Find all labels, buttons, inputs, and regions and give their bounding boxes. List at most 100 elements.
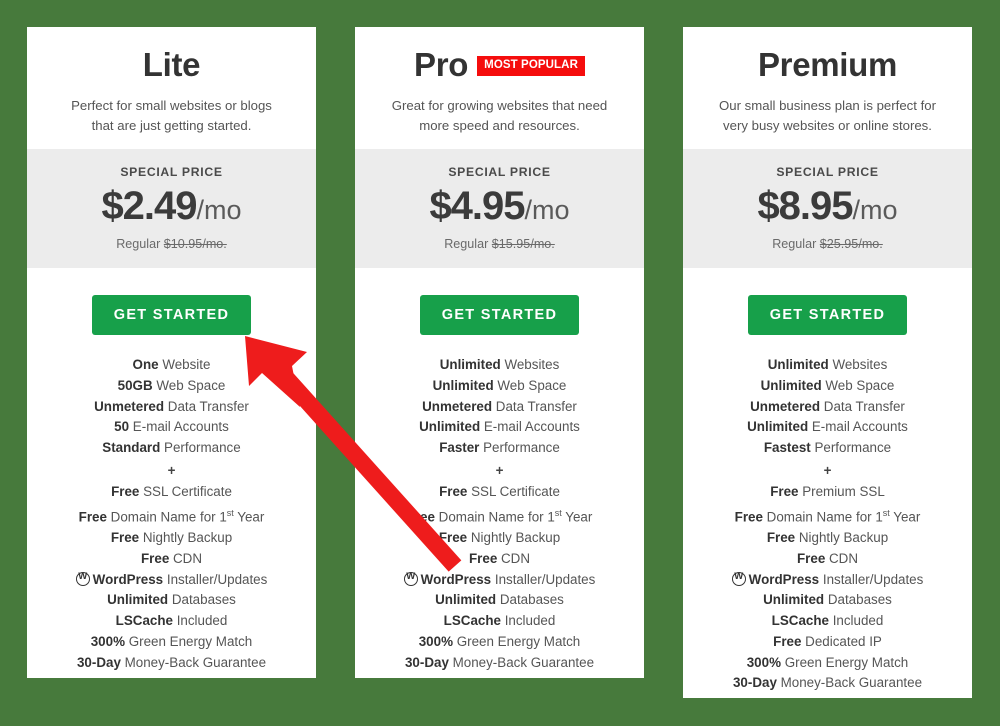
price-amount: $8.95 xyxy=(757,184,853,229)
feature-text: E-mail Accounts xyxy=(129,419,229,435)
feature-highlight: 300% xyxy=(746,654,781,670)
feature-highlight: Free xyxy=(406,509,435,525)
plan-header: Pro MOST POPULAR Great for growing website… xyxy=(355,27,644,149)
feature-text: Data Transfer xyxy=(164,398,249,414)
feature-highlight: LSCache xyxy=(771,613,829,629)
feature-item: Free Nightly Backup xyxy=(35,528,308,549)
price-period: /mo xyxy=(524,195,570,226)
special-price-label: SPECIAL PRICE xyxy=(776,165,879,180)
feature-item: 300% Green Energy Match xyxy=(35,632,308,653)
feature-item: Unlimited Websites xyxy=(363,355,636,376)
plan-description: Great for growing websites that need mor… xyxy=(391,98,608,133)
cta-wrapper: GET STARTED xyxy=(355,268,644,336)
feature-highlight: Free xyxy=(78,509,107,525)
feature-item: Unlimited Web Space xyxy=(363,376,636,397)
special-price-label: SPECIAL PRICE xyxy=(448,165,551,180)
get-started-button[interactable]: GET STARTED xyxy=(91,295,252,336)
feature-text: SSL Certificate xyxy=(139,483,232,499)
feature-item: Free Dedicated IP xyxy=(691,632,964,653)
plan-header: Premium Our small business plan is perfec… xyxy=(683,27,972,149)
feature-highlight: WordPress xyxy=(748,571,820,587)
feature-highlight: LSCache xyxy=(443,613,501,629)
feature-item: Unlimited E-mail Accounts xyxy=(691,417,964,438)
feature-text: Domain Name for 1 xyxy=(434,509,555,525)
feature-text-tail: Year xyxy=(561,509,593,525)
feature-highlight: Free xyxy=(796,550,826,566)
feature-text: Installer/Updates xyxy=(491,571,596,587)
feature-item: Standard Performance xyxy=(35,438,308,459)
feature-highlight: One xyxy=(132,357,159,373)
feature-item: Free Nightly Backup xyxy=(691,528,964,549)
feature-text: Green Energy Match xyxy=(124,633,253,649)
feature-text: Money-Back Guarantee xyxy=(120,654,267,670)
feature-highlight: Free xyxy=(140,550,170,566)
feature-highlight: Free xyxy=(770,483,799,499)
feature-text: Installer/Updates xyxy=(819,571,924,587)
feature-highlight: 30-Day xyxy=(732,675,777,691)
feature-item: Fastest Performance xyxy=(691,438,964,459)
feature-highlight: WordPress xyxy=(420,571,492,587)
feature-item: LSCache Included xyxy=(691,611,964,632)
price-row: $4.95/mo xyxy=(365,186,634,226)
feature-item: Unlimited Web Space xyxy=(691,376,964,397)
feature-highlight: Free xyxy=(766,529,796,545)
regular-price-row: Regular $10.95/mo. xyxy=(37,237,306,251)
regular-price-row: Regular $25.95/mo. xyxy=(693,237,962,251)
wordpress-icon xyxy=(731,571,746,586)
feature-ordinal-suffix: st xyxy=(882,507,890,518)
feature-highlight: 300% xyxy=(418,633,453,649)
price-row: $8.95/mo xyxy=(693,186,962,226)
feature-text: Nightly Backup xyxy=(139,529,233,545)
feature-text: E-mail Accounts xyxy=(480,419,580,435)
feature-item: Free Domain Name for 1st Year xyxy=(35,503,308,528)
cta-wrapper: GET STARTED xyxy=(27,268,316,336)
feature-highlight: Unlimited xyxy=(763,592,825,608)
feature-text: Performance xyxy=(479,440,560,456)
feature-text: Installer/Updates xyxy=(163,571,268,587)
plan-title-row: Lite xyxy=(47,41,296,87)
regular-price-value: $25.95/mo. xyxy=(819,237,883,252)
feature-item: Free Domain Name for 1st Year xyxy=(363,503,636,528)
plan-name: Lite xyxy=(142,45,201,83)
feature-text: Performance xyxy=(160,440,241,456)
feature-text: Databases xyxy=(496,592,564,608)
feature-highlight: 30-Day xyxy=(404,654,449,670)
feature-separator: + xyxy=(167,463,176,479)
feature-item: 50GB Web Space xyxy=(35,376,308,397)
regular-price-value: $10.95/mo. xyxy=(163,237,227,252)
regular-price-value: $15.95/mo. xyxy=(491,237,555,252)
feature-text: Website xyxy=(158,357,211,373)
feature-item: Free CDN xyxy=(691,549,964,570)
plan-description: Perfect for small websites or blogs that… xyxy=(71,98,272,133)
feature-text: Included xyxy=(828,613,884,629)
feature-item: LSCache Included xyxy=(363,611,636,632)
price-period: /mo xyxy=(196,195,242,226)
feature-item: WordPress Installer/Updates xyxy=(35,570,308,591)
feature-item: Free SSL Certificate xyxy=(363,482,636,503)
feature-text: Websites xyxy=(828,357,888,373)
feature-text: Money-Back Guarantee xyxy=(448,654,595,670)
feature-highlight: Standard xyxy=(102,440,161,456)
most-popular-badge: MOST POPULAR xyxy=(477,56,585,76)
feature-item: Unlimited Databases xyxy=(363,590,636,611)
feature-text: Nightly Backup xyxy=(795,529,889,545)
feature-highlight: 300% xyxy=(90,633,125,649)
feature-text: Web Space xyxy=(493,377,567,393)
get-started-button[interactable]: GET STARTED xyxy=(419,295,580,336)
feature-text: Data Transfer xyxy=(492,398,577,414)
feature-highlight: Unlimited xyxy=(747,419,809,435)
feature-item: Faster Performance xyxy=(363,438,636,459)
feature-highlight: Unmetered xyxy=(94,398,165,414)
feature-highlight: Unlimited xyxy=(760,377,822,393)
get-started-button[interactable]: GET STARTED xyxy=(747,295,908,336)
plan-description: Our small business plan is perfect for v… xyxy=(719,98,936,133)
feature-text: Premium SSL xyxy=(798,483,885,499)
feature-item: Free Domain Name for 1st Year xyxy=(691,503,964,528)
feature-text: Dedicated IP xyxy=(801,633,882,649)
price-band: SPECIAL PRICE $4.95/mo Regular $15.95/mo. xyxy=(355,149,644,269)
feature-list: One Website 50GB Web Space Unmetered Data … xyxy=(27,335,316,673)
feature-item: Free Nightly Backup xyxy=(363,528,636,549)
feature-highlight: Free xyxy=(439,483,468,499)
feature-item: WordPress Installer/Updates xyxy=(363,570,636,591)
feature-ordinal-suffix: st xyxy=(554,507,562,518)
